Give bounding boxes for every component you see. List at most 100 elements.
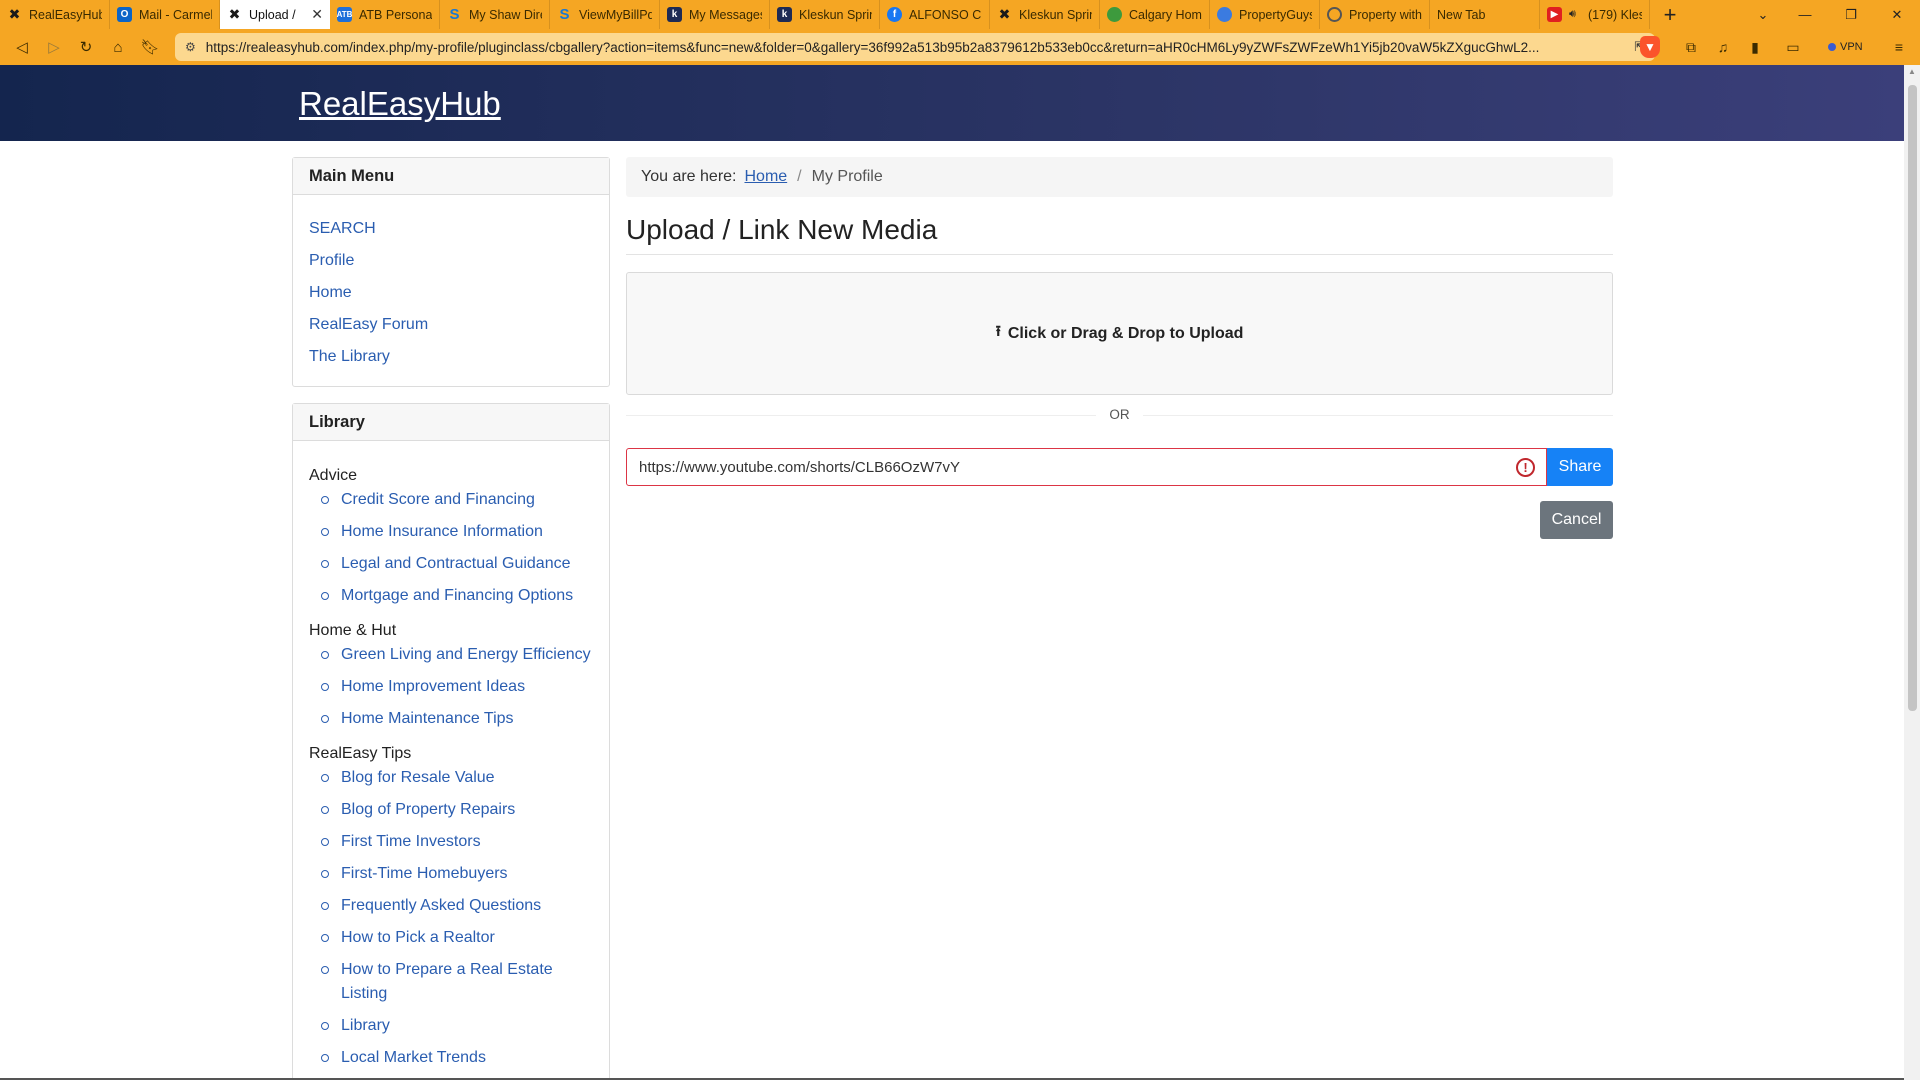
tab-label: ATB Personal xyxy=(359,7,432,22)
tab-label: My Shaw Dire xyxy=(469,7,542,22)
library-category: Home & Hut xyxy=(309,622,397,639)
library-link[interactable]: Mortgage and Financing Options xyxy=(321,584,593,608)
tab-label: Property with xyxy=(1349,7,1422,22)
library-link[interactable]: Library xyxy=(321,1014,593,1038)
cancel-button[interactable]: Cancel xyxy=(1540,501,1613,539)
menu-icon[interactable]: ≡ xyxy=(1888,36,1910,58)
tab-label: (179) Kles xyxy=(1588,7,1642,22)
media-icon[interactable]: ♫ xyxy=(1712,36,1734,58)
bookmark-icon[interactable]: 🔖︎ xyxy=(134,32,166,62)
main-menu-card: Main Menu SEARCH Profile Home RealEasy Foru… xyxy=(292,157,610,387)
library-link[interactable]: First Time Investors xyxy=(321,830,593,854)
tab-label: Kleskun Sprin xyxy=(799,7,872,22)
library-category-list: Blog for Resale Value Blog of Property Re… xyxy=(309,766,593,1070)
browser-tab[interactable]: ✖ Kleskun Sprin xyxy=(990,0,1100,29)
back-icon[interactable]: ◁ xyxy=(6,32,38,62)
breadcrumb-separator: / xyxy=(797,168,802,185)
main-menu-list: SEARCH Profile Home RealEasy Forum The Libra… xyxy=(293,195,609,373)
browser-tab[interactable]: ✖ Upload / ✕ xyxy=(220,0,330,29)
tab-search-icon[interactable]: ⌄ xyxy=(1748,0,1778,29)
library-card: Library Advice Credit Score and Financing… xyxy=(292,403,610,1080)
upload-icon: ⭱ xyxy=(995,323,1001,340)
sidebar-icon[interactable]: ▮ xyxy=(1744,36,1766,58)
browser-tab[interactable]: k My Messages xyxy=(660,0,770,29)
reload-icon[interactable]: ↻ xyxy=(70,32,102,62)
outlook-icon: O xyxy=(117,7,132,22)
forward-icon[interactable]: ▷ xyxy=(38,32,70,62)
browser-tab[interactable]: ✖ RealEasyHub xyxy=(0,0,110,29)
library-link[interactable]: Home Improvement Ideas xyxy=(321,675,593,699)
library-list: Advice Credit Score and Financing Home Ins… xyxy=(293,441,609,1070)
breadcrumb-home-link[interactable]: Home xyxy=(744,168,787,186)
browser-tab[interactable]: S My Shaw Dire xyxy=(440,0,550,29)
library-link[interactable]: How to Prepare a Real Estate Listing xyxy=(321,958,593,1006)
library-link[interactable]: How to Pick a Realtor xyxy=(321,926,593,950)
k-icon: k xyxy=(667,7,682,22)
address-bar[interactable]: ⚙ https://realeasyhub.com/index.php/my-p… xyxy=(175,33,1655,61)
scrollbar-thumb[interactable] xyxy=(1908,85,1917,711)
browser-tab[interactable]: ▶ 🔊︎ (179) Kles xyxy=(1540,0,1650,29)
main-menu-title: Main Menu xyxy=(293,158,609,195)
globe-icon xyxy=(1217,7,1232,22)
library-category-list: Green Living and Energy Efficiency Home I… xyxy=(309,643,593,731)
heading-divider xyxy=(626,254,1613,255)
library-link[interactable]: Legal and Contractual Guidance xyxy=(321,552,593,576)
main-menu-item[interactable]: SEARCH xyxy=(309,213,593,245)
browser-tab[interactable]: PropertyGuys xyxy=(1210,0,1320,29)
green-globe-icon xyxy=(1107,7,1122,22)
library-link[interactable]: Blog for Resale Value xyxy=(321,766,593,790)
library-link[interactable]: Home Maintenance Tips xyxy=(321,707,593,731)
site-title-link[interactable]: RealEasyHub xyxy=(299,85,501,123)
brave-shields-icon[interactable]: ▼ xyxy=(1640,36,1660,58)
main-menu-item[interactable]: Home xyxy=(309,277,593,309)
main-menu-item[interactable]: RealEasy Forum xyxy=(309,309,593,341)
close-window-icon[interactable]: ✕ xyxy=(1874,0,1920,29)
browser-tab[interactable]: New Tab xyxy=(1430,0,1540,29)
site-info-icon[interactable]: ⚙ xyxy=(185,40,196,54)
library-link[interactable]: Green Living and Energy Efficiency xyxy=(321,643,593,667)
upload-dropzone[interactable]: ⭱ Click or Drag & Drop to Upload xyxy=(626,272,1613,395)
library-category-list: Credit Score and Financing Home Insurance… xyxy=(309,488,593,608)
media-link-input[interactable] xyxy=(626,448,1547,486)
library-link[interactable]: Credit Score and Financing xyxy=(321,488,593,512)
scroll-up-icon[interactable]: ▲ xyxy=(1907,67,1917,77)
main-menu-item[interactable]: The Library xyxy=(309,341,593,373)
main-menu-item[interactable]: Profile xyxy=(309,245,593,277)
tab-strip: ✖ RealEasyHub O Mail - Carmel ✖ Upload / ✕ ATB A… xyxy=(0,0,1650,29)
vpn-status-icon xyxy=(1828,43,1836,51)
tab-label: Mail - Carmel xyxy=(139,7,212,22)
browser-tab[interactable]: O Mail - Carmel xyxy=(110,0,220,29)
extensions-icon[interactable]: ⧉ xyxy=(1680,36,1702,58)
tab-label: RealEasyHub xyxy=(29,7,102,22)
url-text[interactable]: https://realeasyhub.com/index.php/my-pro… xyxy=(206,40,1624,55)
wallet-icon[interactable]: ▭ xyxy=(1782,36,1804,58)
library-link[interactable]: Local Market Trends xyxy=(321,1046,593,1070)
vpn-label: VPN xyxy=(1840,41,1863,53)
browser-tab[interactable]: k Kleskun Sprin xyxy=(770,0,880,29)
ring-icon xyxy=(1327,7,1342,22)
library-link[interactable]: First-Time Homebuyers xyxy=(321,862,593,886)
library-link[interactable]: Frequently Asked Questions xyxy=(321,894,593,918)
close-tab-icon[interactable]: ✕ xyxy=(311,6,323,23)
audio-playing-icon[interactable]: 🔊︎ xyxy=(1569,8,1581,21)
page-scrollbar[interactable]: ▲ xyxy=(1904,65,1920,1080)
home-icon[interactable]: ⌂ xyxy=(102,32,134,62)
library-link[interactable]: Blog of Property Repairs xyxy=(321,798,593,822)
library-link[interactable]: Home Insurance Information xyxy=(321,520,593,544)
browser-tab[interactable]: Calgary Home xyxy=(1100,0,1210,29)
share-button[interactable]: Share xyxy=(1547,448,1613,486)
minimize-icon[interactable]: — xyxy=(1782,0,1828,29)
tab-label: ALFONSO CU xyxy=(909,7,982,22)
joomla-icon: ✖ xyxy=(228,6,241,22)
new-tab-button[interactable]: + xyxy=(1650,0,1690,29)
browser-tab[interactable]: f ALFONSO CU xyxy=(880,0,990,29)
breadcrumb: You are here: Home / My Profile xyxy=(626,157,1613,197)
browser-tab[interactable]: ATB ATB Personal xyxy=(330,0,440,29)
vpn-button[interactable]: VPN xyxy=(1820,37,1871,57)
browser-tab[interactable]: Property with xyxy=(1320,0,1430,29)
shaw-icon: S xyxy=(559,6,570,23)
page-viewport: RealEasyHub Main Menu SEARCH Profile Home R… xyxy=(0,65,1904,1080)
browser-tab[interactable]: S ViewMyBillPdf xyxy=(550,0,660,29)
youtube-icon: ▶ xyxy=(1547,7,1562,22)
restore-icon[interactable]: ❐ xyxy=(1828,0,1874,29)
